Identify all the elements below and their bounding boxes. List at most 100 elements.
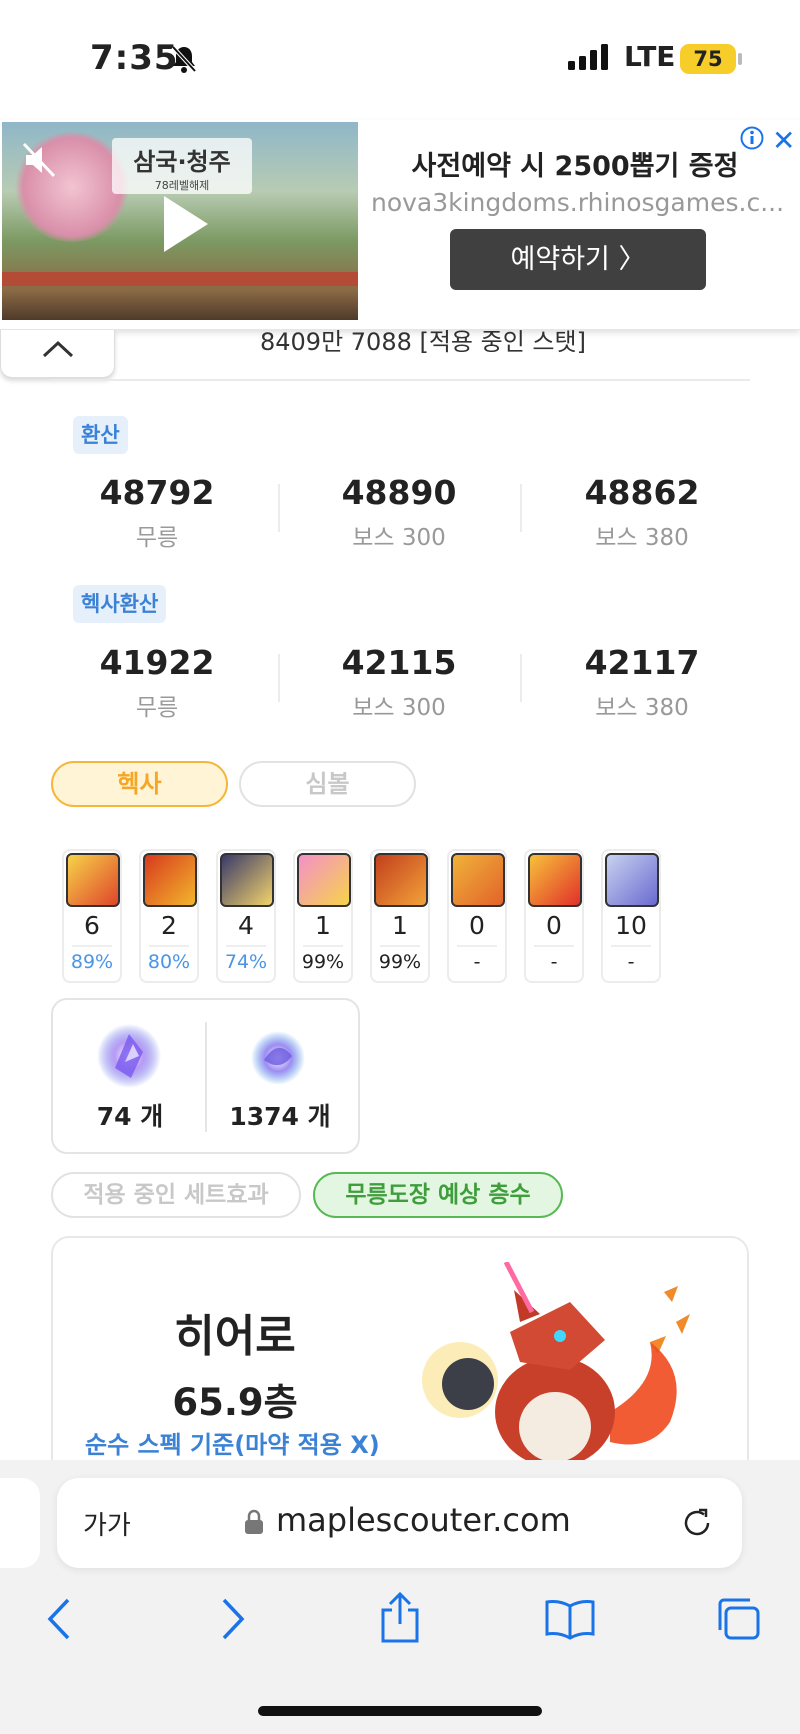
expected-floor: 65.9층 — [172, 1381, 298, 1424]
hexa-skill-tile[interactable]: 1 99% — [293, 849, 353, 983]
skill-progress: 99% — [301, 951, 345, 973]
divider — [534, 945, 574, 947]
previous-tab-preview[interactable] — [0, 1478, 40, 1568]
ad-banner[interactable]: 삼국·청주 78레벨해제 사전예약 시 2500뽑기 증정 nova3kingd… — [0, 120, 800, 330]
skill-level: 0 — [469, 911, 485, 940]
collapse-button[interactable] — [0, 330, 115, 378]
skill-progress: 80% — [147, 951, 191, 973]
ad-info-icon[interactable] — [740, 126, 764, 154]
divider — [226, 945, 266, 947]
divider — [149, 945, 189, 947]
reload-icon[interactable] — [680, 1506, 714, 1544]
skill-icon — [66, 853, 120, 907]
sol-erda-count: 74 개 — [96, 1102, 164, 1131]
skill-level: 1 — [315, 911, 331, 940]
mute-icon[interactable] — [20, 140, 60, 184]
stat-boss-380: 48862 보스 380 — [562, 473, 722, 552]
stat-label: 보스 380 — [595, 695, 689, 721]
signal-icon — [568, 44, 612, 74]
stat-label: 보스 300 — [352, 695, 446, 721]
tab-symbol[interactable]: 심볼 — [239, 761, 416, 807]
ad-headline[interactable]: 사전예약 시 2500뽑기 증정 — [360, 144, 790, 183]
network-type: LTE — [624, 40, 676, 73]
ad-cta-button[interactable]: 예약하기 〉 — [450, 229, 706, 290]
stat-mureung: 41922 무릉 — [77, 643, 237, 722]
skill-icon — [605, 853, 659, 907]
close-icon[interactable]: ✕ — [772, 124, 795, 157]
lock-icon — [244, 1509, 264, 1539]
play-icon[interactable] — [160, 194, 210, 258]
text-size-button[interactable]: 가가 — [83, 1505, 131, 1542]
divider — [380, 945, 420, 947]
tab-set-effect[interactable]: 적용 중인 세트효과 — [51, 1172, 301, 1218]
divider — [457, 945, 497, 947]
stat-label: 무릉 — [135, 525, 179, 551]
skill-progress: - — [627, 951, 635, 973]
fragment-icon — [250, 1030, 306, 1090]
bookmarks-icon[interactable] — [544, 1598, 596, 1644]
divider — [303, 945, 343, 947]
home-indicator[interactable] — [258, 1706, 542, 1716]
bell-muted-icon — [170, 44, 198, 78]
tab-mureung-floor[interactable]: 무릉도장 예상 층수 — [313, 1172, 563, 1218]
skill-progress: 74% — [224, 951, 268, 973]
stat-boss-300: 48890 보스 300 — [319, 473, 479, 552]
battery-level: 75 — [680, 44, 736, 74]
section-tag-hexa-conversion: 헥사환산 — [73, 585, 167, 623]
skill-level: 2 — [161, 911, 177, 940]
ad-url[interactable]: nova3kingdoms.rhinosgames.c... — [365, 188, 790, 217]
stat-value: 42117 — [584, 643, 700, 682]
divider — [611, 945, 651, 947]
skill-level: 0 — [546, 911, 562, 940]
job-name: 히어로 — [174, 1311, 296, 1362]
skill-progress: - — [473, 951, 481, 973]
chevron-up-icon — [41, 340, 75, 374]
url-domain[interactable]: maplescouter.com — [276, 1501, 571, 1539]
spec-basis-note: 순수 스펙 기준(마약 적용 X) — [85, 1431, 380, 1459]
stat-value: 41922 — [99, 643, 215, 682]
skill-icon — [297, 853, 351, 907]
skill-icon — [374, 853, 428, 907]
hexa-skill-tile[interactable]: 10 - — [601, 849, 661, 983]
stat-boss-300: 42115 보스 300 — [319, 643, 479, 722]
skill-level: 6 — [84, 911, 100, 940]
skill-level: 10 — [615, 911, 647, 940]
skill-icon — [220, 853, 274, 907]
stat-label: 보스 380 — [595, 525, 689, 551]
hexa-skill-tile[interactable]: 4 74% — [216, 849, 276, 983]
skill-icon — [451, 853, 505, 907]
stat-value: 42115 — [341, 643, 457, 682]
hexa-skill-tile[interactable]: 6 89% — [62, 849, 122, 983]
tabs-icon[interactable] — [714, 1596, 762, 1646]
hexa-skill-tile[interactable]: 0- — [447, 849, 507, 983]
stat-value: 48890 — [341, 473, 457, 512]
clock: 7:35 — [90, 38, 179, 78]
boss-illustration — [420, 1260, 720, 1467]
skill-progress: 89% — [70, 951, 114, 973]
hexa-skill-tile[interactable]: 2 80% — [139, 849, 199, 983]
share-icon[interactable] — [378, 1591, 422, 1648]
forward-icon[interactable] — [216, 1596, 248, 1646]
stat-value: 48792 — [99, 473, 215, 512]
bridge-illustration — [2, 272, 358, 286]
back-icon[interactable] — [44, 1596, 76, 1646]
battery-icon — [738, 53, 742, 65]
ad-video-thumbnail[interactable]: 삼국·청주 78레벨해제 — [2, 122, 358, 320]
stat-value: 48862 — [584, 473, 700, 512]
stat-boss-380: 42117 보스 380 — [562, 643, 722, 722]
tab-hexa[interactable]: 헥사 — [51, 761, 228, 807]
ad-game-title: 삼국·청주 — [133, 148, 231, 176]
skill-icon — [528, 853, 582, 907]
divider — [278, 654, 280, 702]
divider — [50, 379, 750, 381]
hexa-skill-tile[interactable]: 1 99% — [370, 849, 430, 983]
skill-level: 4 — [238, 911, 254, 940]
divider — [520, 654, 522, 702]
skill-icon — [143, 853, 197, 907]
divider — [278, 484, 280, 532]
ad-game-logo: 삼국·청주 78레벨해제 — [112, 138, 252, 194]
section-tag-conversion: 환산 — [73, 416, 128, 454]
skill-progress: - — [550, 951, 558, 973]
stat-label: 무릉 — [135, 695, 179, 721]
hexa-skill-tile[interactable]: 0- — [524, 849, 584, 983]
